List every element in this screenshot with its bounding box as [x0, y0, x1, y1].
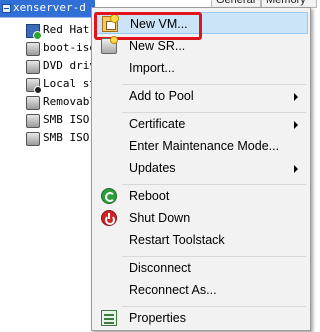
shut-down-menu-item[interactable]: Shut Down	[94, 207, 308, 229]
tree-item-label: DVD driv	[43, 59, 96, 72]
menu-item-label: Updates	[129, 161, 176, 175]
updates-menu-item[interactable]: Updates	[94, 157, 308, 179]
add-to-pool-menu-item[interactable]: Add to Pool	[94, 85, 308, 107]
menu-item-label: Import...	[129, 61, 175, 75]
context-menu: New VM... New SR... Import... Add to Poo…	[91, 7, 311, 331]
submenu-arrow-icon	[294, 121, 298, 129]
menu-item-label: Add to Pool	[129, 89, 194, 103]
new-sr-menu-item[interactable]: New SR...	[94, 35, 308, 57]
restart-toolstack-menu-item[interactable]: Restart Toolstack	[94, 229, 308, 251]
menu-item-label: Enter Maintenance Mode...	[129, 139, 280, 153]
reboot-icon	[101, 188, 117, 204]
tree-item-sr[interactable]: DVD driv	[26, 58, 96, 75]
tree-item-label: Removabl	[43, 95, 96, 108]
disk-icon	[26, 114, 40, 128]
tree-item-label: SMB ISO	[43, 113, 90, 126]
menu-item-label: Disconnect	[129, 261, 191, 275]
tree-item-sr[interactable]: Removabl	[26, 94, 96, 111]
tree-item-server[interactable]: xenserver-d	[0, 0, 95, 18]
disconnect-menu-item[interactable]: Disconnect	[94, 257, 308, 279]
tree-item-label: boot-iso	[43, 41, 96, 54]
maintenance-mode-menu-item[interactable]: Enter Maintenance Mode...	[94, 135, 308, 157]
properties-icon	[101, 310, 117, 326]
tree-item-sr[interactable]: SMB ISO	[26, 112, 96, 129]
menu-item-label: New SR...	[129, 39, 186, 53]
tree-item-sr[interactable]: Local st	[26, 76, 96, 94]
menu-item-label: Reboot	[129, 189, 170, 203]
tree-item-label: Red Hat	[43, 23, 90, 36]
reconnect-as-menu-item[interactable]: Reconnect As...	[94, 279, 308, 301]
collapse-icon[interactable]	[2, 4, 11, 13]
tree-item-label: SMB ISO	[43, 131, 90, 144]
submenu-arrow-icon	[294, 93, 298, 101]
menu-item-label: Shut Down	[129, 211, 191, 225]
power-icon	[101, 210, 117, 226]
tree-item-vm[interactable]: Red Hat	[26, 22, 96, 40]
reboot-menu-item[interactable]: Reboot	[94, 185, 308, 207]
properties-menu-item[interactable]: Properties	[94, 307, 308, 329]
new-storage-icon	[101, 36, 118, 54]
tree-item-sr[interactable]: boot-iso	[26, 40, 96, 57]
menu-item-label: Certificate	[129, 117, 186, 131]
submenu-arrow-icon	[294, 165, 298, 173]
tree-item-label: Local st	[43, 77, 96, 90]
certificate-menu-item[interactable]: Certificate	[94, 113, 308, 135]
import-menu-item[interactable]: Import...	[94, 57, 308, 79]
disk-icon	[26, 96, 40, 110]
menu-item-label: Reconnect As...	[129, 283, 217, 297]
menu-item-label: New VM...	[130, 17, 188, 31]
vm-running-icon	[26, 24, 42, 40]
disk-icon	[26, 60, 40, 74]
disk-icon	[26, 42, 40, 56]
disk-icon	[26, 132, 40, 146]
menu-item-label: Restart Toolstack	[129, 233, 225, 247]
new-vm-menu-item[interactable]: New VM...	[94, 12, 308, 34]
new-vm-icon	[102, 14, 119, 32]
tree-item-sr[interactable]: SMB ISO	[26, 130, 96, 147]
server-label: xenserver-d	[13, 1, 86, 14]
menu-item-label: Properties	[129, 311, 186, 325]
storage-default-icon	[26, 78, 42, 94]
